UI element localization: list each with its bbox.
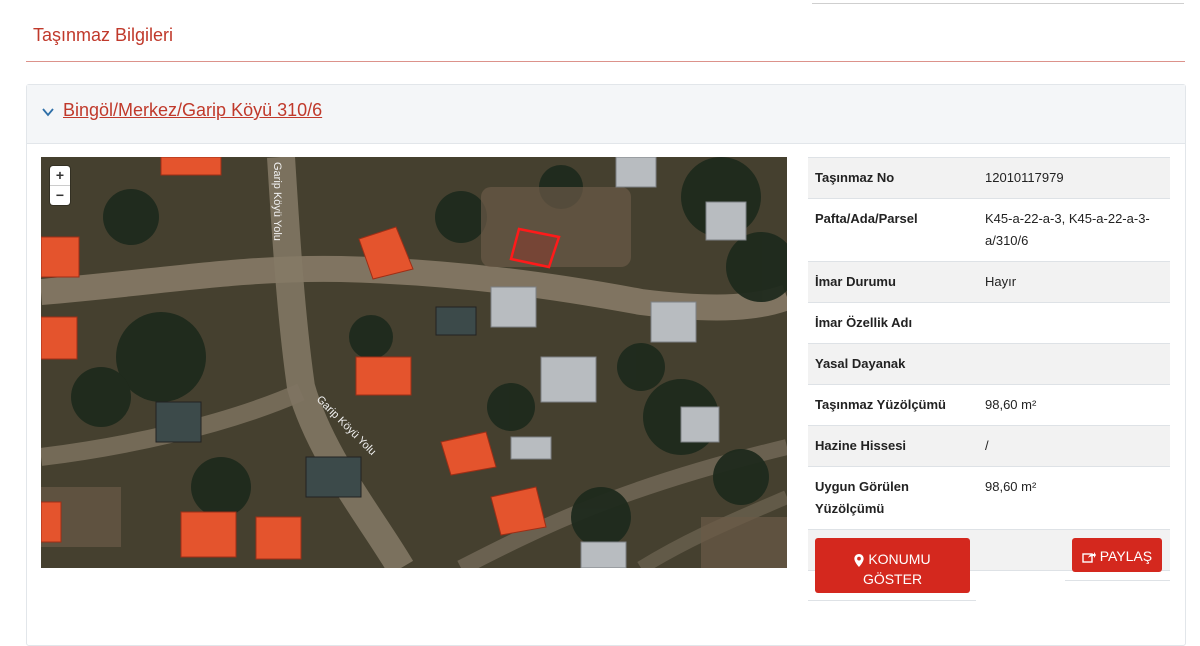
row-label: Uygun Görülen Yüzölçümü <box>815 479 909 516</box>
parcel-outline <box>509 227 561 269</box>
show-location-label-1: KONUMU <box>868 551 931 567</box>
map-imagery: Garip Köyü Yolu Garip Köyü Yolu <box>41 157 787 568</box>
row-value: K45-a-22-a-3, K45-a-22-a-3-a/310/6 <box>985 211 1150 248</box>
button-divider <box>808 600 976 601</box>
table-row: Hazine Hissesi / <box>808 425 1170 466</box>
row-label: İmar Durumu <box>815 274 896 289</box>
section-divider <box>26 61 1185 62</box>
section-title: Taşınmaz Bilgileri <box>33 25 174 45</box>
row-value: 98,60 m² <box>985 397 1037 412</box>
row-value <box>978 303 1170 343</box>
chevron-down-icon[interactable] <box>41 105 55 119</box>
table-row: Taşınmaz Yüzölçümü 98,60 m² <box>808 384 1170 425</box>
zoom-out-button[interactable]: − <box>50 185 70 205</box>
zoom-in-button[interactable]: + <box>50 166 70 185</box>
row-label: Taşınmaz Yüzölçümü <box>815 397 946 412</box>
zoom-control: + − <box>50 166 70 205</box>
table-row: İmar Özellik Adı <box>808 302 1170 343</box>
parcel-info-table: Taşınmaz No 12010117979 Pafta/Ada/Parsel… <box>808 157 1170 571</box>
share-label: PAYLAŞ <box>1099 548 1153 564</box>
row-label: Pafta/Ada/Parsel <box>815 211 918 226</box>
satellite-map[interactable]: Garip Köyü Yolu Garip Köyü Yolu + − <box>41 157 787 568</box>
parcel-title-link[interactable]: Bingöl/Merkez/Garip Köyü 310/6 <box>63 100 322 121</box>
row-value: 98,60 m² <box>985 479 1037 494</box>
share-icon <box>1082 552 1096 563</box>
row-label: İmar Özellik Adı <box>815 315 913 330</box>
row-label: Hazine Hissesi <box>815 438 907 453</box>
row-value: Hayır <box>985 274 1017 289</box>
show-location-label-2: GÖSTER <box>862 571 923 587</box>
row-value: 12010117979 <box>985 170 1064 185</box>
row-value <box>978 344 1170 384</box>
row-label: Taşınmaz No <box>815 170 895 185</box>
table-row: Uygun Görülen Yüzölçümü 98,60 m² <box>808 466 1170 529</box>
parcel-panel-header[interactable]: Bingöl/Merkez/Garip Köyü 310/6 <box>27 85 1185 144</box>
share-button[interactable]: PAYLAŞ <box>1072 538 1162 572</box>
share-divider <box>1065 580 1170 581</box>
map-marker-icon <box>854 553 865 567</box>
row-label: Yasal Dayanak <box>815 356 906 371</box>
show-location-button[interactable]: KONUMU GÖSTER <box>815 538 970 593</box>
row-value: / <box>985 438 989 453</box>
table-row: Pafta/Ada/Parsel K45-a-22-a-3, K45-a-22-… <box>808 198 1170 261</box>
table-row: Taşınmaz No 12010117979 <box>808 157 1170 198</box>
top-divider <box>812 3 1184 4</box>
street-label-north: Garip Köyü Yolu <box>271 162 283 241</box>
table-row: İmar Durumu Hayır <box>808 261 1170 302</box>
table-row: Yasal Dayanak <box>808 343 1170 384</box>
